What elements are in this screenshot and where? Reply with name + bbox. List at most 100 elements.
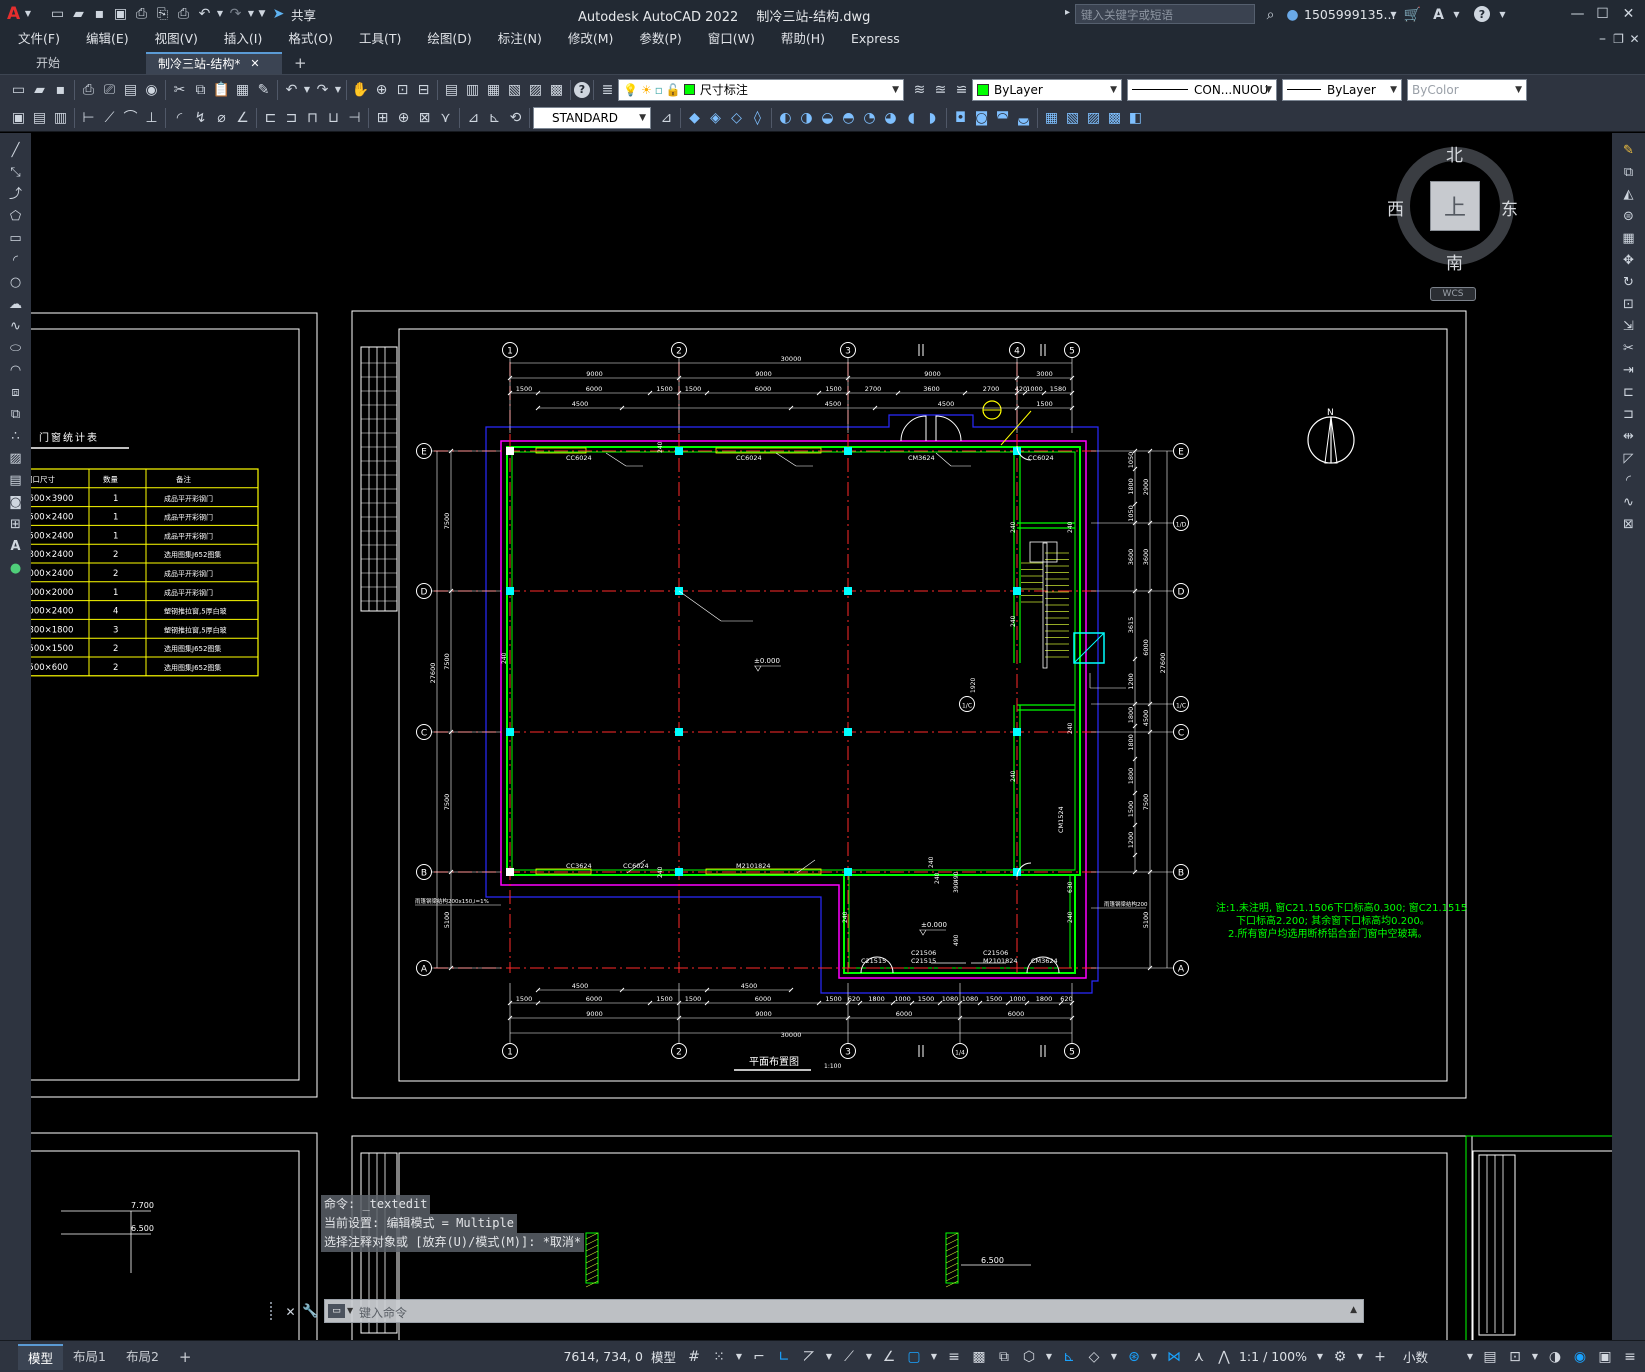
add-selected-icon[interactable]: ● [5,558,26,579]
chevron-down-icon[interactable]: ▼ [1355,1346,1365,1368]
chevron-down-icon[interactable]: ▼ [1044,1346,1054,1368]
auto-scale-icon[interactable]: ⋏ [1189,1346,1209,1368]
region-icon[interactable]: ◙ [5,492,26,513]
preview-icon[interactable]: ⎚ [99,79,120,100]
paste-icon[interactable]: 📋 [211,79,232,100]
rotate-icon[interactable]: ↻ [1618,272,1639,293]
chevron-down-icon[interactable]: ▼ [246,4,256,25]
layer-states-icon[interactable]: ≌ [951,79,972,100]
arc-icon[interactable]: ◜ [5,250,26,271]
dim-continue-icon[interactable]: ⊓ [302,107,323,128]
redo-icon[interactable]: ↷ [225,4,246,25]
annotation-scale-icon[interactable]: ⋀ [1214,1346,1234,1368]
annotation-scale[interactable]: 1:1 / 100% [1239,1349,1307,1364]
menu-view[interactable]: 视图(V) [142,28,211,50]
customize-icon[interactable]: ≡ [1620,1346,1640,1368]
lineweight-dropdown[interactable]: ByLayer ▼ [1282,78,1402,101]
close-icon[interactable]: ✕ [1618,3,1639,24]
menu-file[interactable]: 文件(F) [5,28,73,50]
inspect-icon[interactable]: ⊠ [414,107,435,128]
layer-iso-icon[interactable]: ▥ [50,107,71,128]
dim-update-icon[interactable]: ⟲ [505,107,526,128]
extend-icon[interactable]: ⇥ [1618,360,1639,381]
dimstyle-manager-icon[interactable]: ⊿ [656,107,677,128]
center-mark-icon[interactable]: ⊕ [393,107,414,128]
gizmo-icon[interactable]: ⊛ [1124,1346,1144,1368]
scale-icon[interactable]: ◕ [880,107,901,128]
copy-obj-icon[interactable]: ◒ [817,107,838,128]
layer-dropdown[interactable]: 💡 ☀ ▫ 🔓 尺寸标注 ▼ [618,78,904,101]
zoom-window-icon[interactable]: ⊡ [392,79,413,100]
save-as-icon[interactable]: ▣ [110,4,131,25]
menu-insert[interactable]: 插入(I) [211,28,275,50]
properties-icon[interactable]: ▤ [441,79,462,100]
lock-ui-icon[interactable]: ⊡ [1505,1346,1525,1368]
copy-obj-icon[interactable]: ⧉ [1618,162,1639,183]
break-icon[interactable]: ⊐ [1618,404,1639,425]
save-icon[interactable]: ▪ [89,4,110,25]
close-icon[interactable]: ✕ [280,1301,301,1322]
compass-north[interactable]: 北 [1446,141,1463,166]
selection-cycling-icon[interactable]: ⧉ [994,1346,1014,1368]
menu-modify[interactable]: 修改(M) [555,28,627,50]
dim-break-icon[interactable]: ⊣ [344,107,365,128]
workspace-gear-icon[interactable]: ⚙ [1330,1346,1350,1368]
tab-active-drawing[interactable]: 制冷三站-结构* ✕ [146,52,282,74]
tolerance-icon[interactable]: ⊞ [372,107,393,128]
explode-icon[interactable]: ⊠ [1618,514,1639,535]
publish-icon[interactable]: ▤ [120,79,141,100]
snap-icon[interactable]: ⁙ [709,1346,729,1368]
move-icon[interactable]: ✥ [1618,250,1639,271]
menu-edit[interactable]: 编辑(E) [73,28,142,50]
rectangle-icon[interactable]: ▭ [5,228,26,249]
markup-icon[interactable]: ▨ [525,79,546,100]
undo-icon[interactable]: ↶ [194,4,215,25]
move-icon[interactable]: ◑ [796,107,817,128]
3dprint-icon[interactable]: ◉ [141,79,162,100]
chevron-down-icon[interactable]: ▼ [1492,4,1513,25]
search-input[interactable]: 键入关键字或短语 [1075,4,1255,24]
cart-icon[interactable]: 🛒 [1402,4,1423,25]
fillet-icon[interactable]: ◜ [1618,470,1639,491]
array-icon[interactable]: ▦ [1618,228,1639,249]
circle-icon[interactable]: ○ [5,272,26,293]
dim-ordinate-icon[interactable]: ⊥ [141,107,162,128]
new-icon[interactable]: ▭ [47,4,68,25]
line-icon[interactable]: ╱ [5,140,26,161]
compass-west[interactable]: 西 [1387,195,1404,220]
zoom-previous-icon[interactable]: ⊟ [413,79,434,100]
chevron-down-icon[interactable]: ▼ [1383,4,1404,25]
add-layout-button[interactable]: + [169,1344,202,1370]
explode-icon[interactable]: ◓ [838,107,859,128]
save-icon[interactable]: ▪ [50,79,71,100]
chamfer-icon[interactable]: ◙ [971,107,992,128]
chevron-down-icon[interactable]: ▼ [333,79,343,100]
redo-icon[interactable]: ↷ [312,79,333,100]
make-current-icon[interactable]: ≋ [909,79,930,100]
dim-angular-icon[interactable]: ∠ [232,107,253,128]
open-web-icon[interactable]: ⎙ [131,4,152,25]
grid-icon[interactable]: # [684,1346,704,1368]
polyline-icon[interactable]: ⤴ [5,184,26,205]
otrack-icon[interactable]: ∠ [879,1346,899,1368]
insert-icon[interactable]: ◇ [726,107,747,128]
chevron-down-icon[interactable]: ▼ [215,4,225,25]
construction-line-icon[interactable]: ⤡ [5,162,26,183]
copy-icon[interactable]: ⧉ [190,79,211,100]
chevron-down-icon[interactable]: ▼ [1530,1346,1540,1368]
osnap-icon[interactable]: ▢ [904,1346,924,1368]
customize-icon[interactable]: ▼ [256,4,268,25]
trim-icon[interactable]: ✂ [1618,338,1639,359]
maximize-icon[interactable]: ☐ [1592,3,1613,24]
mirror-icon[interactable]: ▨ [1083,107,1104,128]
plotstyle-dropdown[interactable]: ByColor ▼ [1407,78,1527,101]
3dosnap-icon[interactable]: ⬡ [1019,1346,1039,1368]
make-block-icon[interactable]: ⧉ [5,404,26,425]
rotate-icon[interactable]: ◔ [859,107,880,128]
break-icon[interactable]: ◧ [1125,107,1146,128]
menu-help[interactable]: 帮助(H) [768,28,838,50]
chevron-down-icon[interactable]: ▼ [1109,1346,1119,1368]
viewcube-top-face[interactable]: 上 [1430,181,1480,231]
layout-tab-1[interactable]: 布局1 [63,1344,116,1370]
pan-icon[interactable]: ✋ [350,79,371,100]
